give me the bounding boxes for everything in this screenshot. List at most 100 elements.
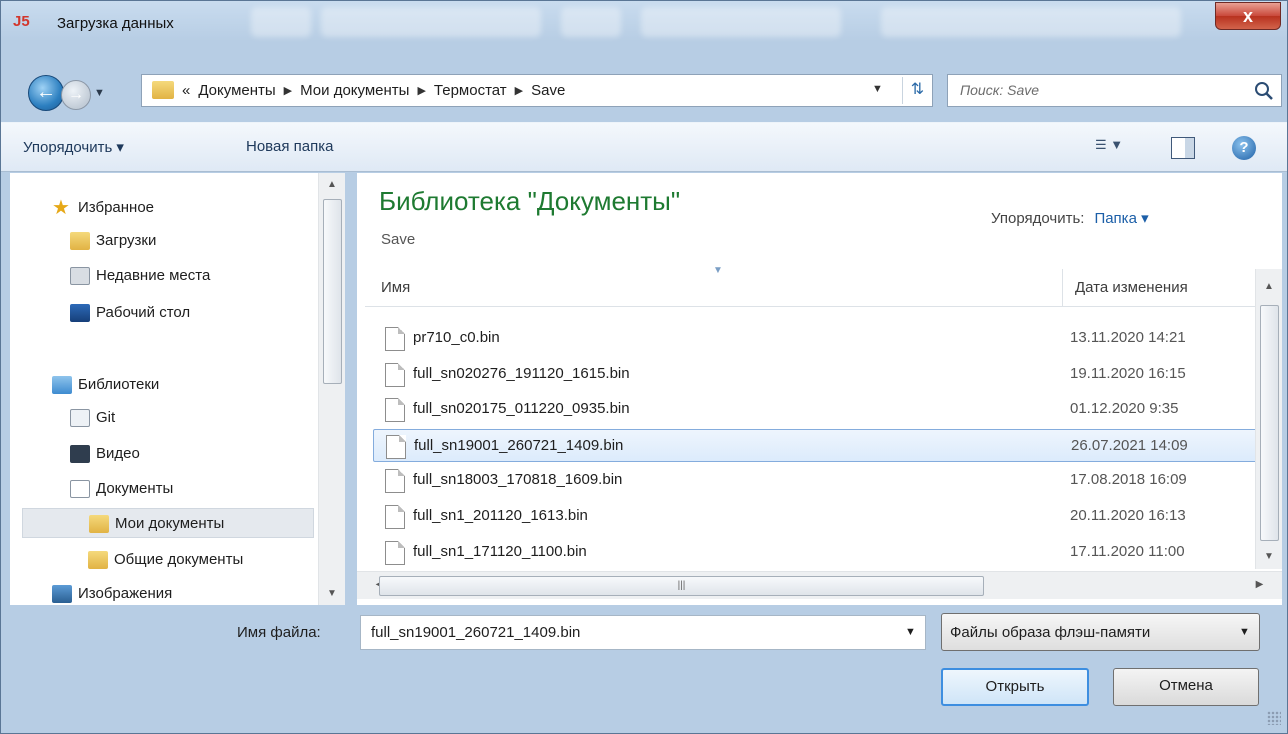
chevron-down-icon[interactable]: ▼ <box>872 83 883 95</box>
file-icon <box>385 398 405 423</box>
nav-downloads[interactable]: Загрузки <box>70 226 156 256</box>
nav-my-documents[interactable]: Мои документы <box>22 508 314 538</box>
nav-label: Избранное <box>78 199 155 216</box>
nav-label: Документы <box>96 480 174 497</box>
arrange-dropdown[interactable]: Папка ▾ <box>1094 210 1148 227</box>
folder-icon <box>152 81 174 99</box>
file-row[interactable]: full_sn020276_191120_1615.bin 19.11.2020 … <box>373 358 1269 391</box>
resize-grip-icon[interactable] <box>1267 711 1281 725</box>
file-row[interactable]: full_sn1_201120_1613.bin 20.11.2020 16:13 <box>373 500 1269 533</box>
nav-documents[interactable]: Документы <box>70 474 173 504</box>
libraries-icon <box>52 376 72 395</box>
nav-images[interactable]: Изображения <box>52 579 172 605</box>
recent-pages-dropdown-icon[interactable]: ▼ <box>94 87 105 99</box>
file-name: full_sn18003_170818_1609.bin <box>413 471 623 489</box>
nav-favorites[interactable]: ★ Избранное <box>52 193 154 223</box>
file-row[interactable]: full_sn1_171120_1100.bin 17.11.2020 11:00 <box>373 536 1269 569</box>
horizontal-scrollbar[interactable]: ◀ ||| ▶ <box>357 571 1282 599</box>
file-row[interactable]: pr710_c0.bin 13.11.2020 14:21 <box>373 322 1269 355</box>
close-button[interactable]: x <box>1215 2 1281 30</box>
scroll-down-icon[interactable]: ▼ <box>1256 551 1282 562</box>
arrange-by: Упорядочить: Папка ▾ <box>991 209 1149 227</box>
breadcrumb-overflow[interactable]: « <box>182 82 190 100</box>
back-arrow-icon[interactable]: ← <box>28 75 64 111</box>
nav-libraries[interactable]: Библиотеки <box>52 370 159 400</box>
breadcrumb-documents[interactable]: Документы <box>198 82 275 100</box>
file-date: 19.11.2020 16:15 <box>1070 364 1186 382</box>
downloads-folder-icon <box>70 232 90 251</box>
open-button[interactable]: Открыть <box>941 668 1089 706</box>
file-list-scrollbar[interactable]: ▲ ▼ <box>1255 269 1282 569</box>
nav-label: Загрузки <box>96 232 157 249</box>
chevron-down-icon[interactable]: ▼ <box>1239 626 1250 638</box>
nav-desktop[interactable]: Рабочий стол <box>70 298 190 328</box>
refresh-icon[interactable]: ⇅ <box>902 77 932 104</box>
column-name[interactable]: Имя <box>381 279 410 296</box>
file-name: full_sn020175_011220_0935.bin <box>413 400 630 418</box>
breadcrumb-save[interactable]: Save <box>531 82 565 100</box>
file-row[interactable]: full_sn19001_260721_1409.bin 26.07.2021 1… <box>373 428 1269 462</box>
nav-label: Рабочий стол <box>96 304 191 321</box>
library-subtitle: Save <box>381 231 416 248</box>
file-open-dialog: J5 Загрузка данных x ← → ▼ « Документы ▶… <box>0 0 1288 734</box>
breadcrumb-my-documents[interactable]: Мои документы <box>300 82 409 100</box>
scroll-right-icon[interactable]: ▶ <box>797 579 1282 590</box>
nav-recent[interactable]: Недавние места <box>70 261 210 291</box>
file-icon <box>385 362 405 387</box>
filename-value[interactable]: full_sn19001_260721_1409.bin <box>371 624 580 641</box>
arrange-label: Упорядочить: <box>991 210 1085 227</box>
background-window-blur <box>251 7 311 37</box>
breadcrumb-thermostat[interactable]: Термостат <box>434 82 507 100</box>
scrollbar-thumb[interactable] <box>323 199 342 384</box>
file-row[interactable]: full_sn020175_011220_0935.bin 01.12.2020 … <box>373 393 1269 426</box>
nav-git[interactable]: Git <box>70 403 115 433</box>
search-box[interactable]: Поиск: Save <box>947 74 1282 107</box>
cancel-button[interactable]: Отмена <box>1113 668 1259 706</box>
file-name: pr710_c0.bin <box>413 329 500 346</box>
help-icon[interactable]: ? <box>1232 136 1256 160</box>
nav-shared-documents[interactable]: Общие документы <box>88 545 243 575</box>
file-type-value: Файлы образа флэш-памяти <box>950 624 1151 641</box>
recent-places-icon <box>70 267 90 286</box>
desktop-icon <box>70 304 90 323</box>
preview-pane-icon[interactable] <box>1171 137 1195 159</box>
chevron-right-icon[interactable]: ▶ <box>417 82 425 100</box>
address-bar[interactable]: « Документы ▶ Мои документы ▶ Термостат … <box>141 74 933 107</box>
video-icon <box>70 445 90 464</box>
file-name: full_sn020276_191120_1615.bin <box>413 364 630 382</box>
scrollbar-thumb[interactable] <box>1260 305 1279 541</box>
scroll-down-icon[interactable]: ▼ <box>319 588 345 599</box>
file-date: 17.11.2020 11:00 <box>1070 542 1185 560</box>
scroll-up-icon[interactable]: ▲ <box>319 179 345 190</box>
new-folder-button[interactable]: Новая папка <box>246 138 333 155</box>
folder-icon <box>88 551 108 570</box>
chevron-down-icon[interactable]: ▼ <box>905 626 916 638</box>
file-date: 17.08.2018 16:09 <box>1070 471 1187 489</box>
column-header-row: ▼ Имя Дата изменения <box>365 265 1255 307</box>
title-bar[interactable]: J5 Загрузка данных x <box>1 1 1287 51</box>
organize-button[interactable]: Упорядочить ▾ <box>23 138 124 156</box>
file-type-select[interactable]: Файлы образа флэш-памяти ▼ <box>941 613 1260 651</box>
navigation-scrollbar[interactable]: ▲ ▼ <box>318 173 345 605</box>
library-title: Библиотека "Документы" <box>379 186 681 216</box>
scroll-up-icon[interactable]: ▲ <box>1256 281 1282 292</box>
file-row[interactable]: full_sn18003_170818_1609.bin 17.08.2018 1… <box>373 464 1269 497</box>
chevron-right-icon[interactable]: ▶ <box>284 82 292 100</box>
file-date: 20.11.2020 16:13 <box>1070 507 1186 524</box>
column-date[interactable]: Дата изменения <box>1062 269 1188 307</box>
nav-label: Общие документы <box>114 551 244 568</box>
nav-video[interactable]: Видео <box>70 439 140 469</box>
chevron-right-icon[interactable]: ▶ <box>515 82 523 100</box>
filename-input[interactable]: full_sn19001_260721_1409.bin ▼ <box>360 615 926 650</box>
file-icon <box>385 505 405 529</box>
star-icon: ★ <box>52 197 70 220</box>
forward-arrow-icon[interactable]: → <box>61 80 91 110</box>
view-options-icon[interactable]: ☰ ▼ <box>1095 137 1135 159</box>
search-icon[interactable] <box>1253 80 1275 102</box>
background-window-blur <box>641 7 841 37</box>
filename-label: Имя файла: <box>237 624 321 641</box>
app-icon: J5 <box>13 13 30 30</box>
search-input[interactable]: Поиск: Save <box>960 82 1039 98</box>
nav-label: Мои документы <box>115 515 225 532</box>
window-title: Загрузка данных <box>57 15 174 32</box>
